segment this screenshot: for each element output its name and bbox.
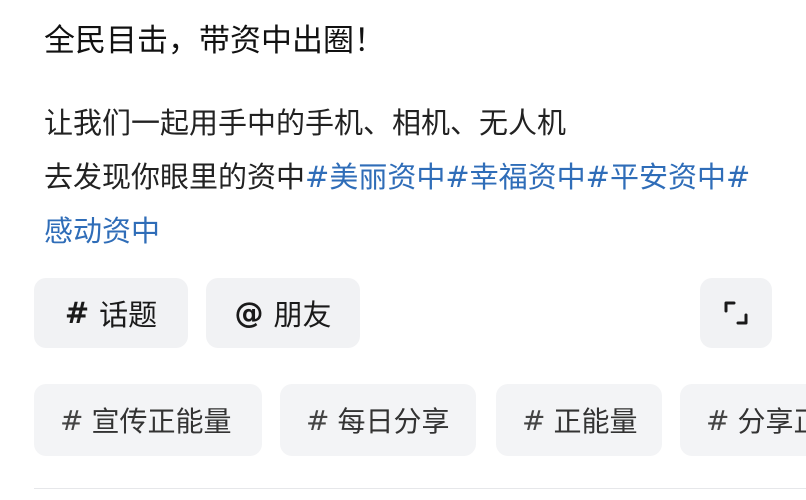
hashtag-link[interactable]: # — [726, 160, 750, 194]
at-icon: @ — [234, 296, 264, 330]
suggested-tag-label: 正能量 — [553, 405, 638, 438]
add-topic-button[interactable]: # 话题 — [34, 278, 188, 348]
post-title: 全民目击，带资中出圈！ — [44, 23, 385, 59]
mention-friend-label: 朋友 — [273, 298, 332, 332]
suggested-tag-label: 每日分享 — [337, 405, 450, 438]
suggested-tag-chip[interactable]: # 正能量 — [496, 384, 662, 456]
expand-editor-button[interactable] — [700, 278, 772, 348]
hash-icon: # — [60, 403, 84, 437]
body-line-3: 感动资中 — [44, 204, 784, 258]
hash-icon: # — [706, 403, 730, 437]
body-line-2-text: 去发现你眼里的资中 — [44, 160, 306, 194]
hash-icon: # — [64, 296, 90, 330]
suggested-tag-chip[interactable]: # 宣传正能量 — [34, 384, 262, 456]
body-line-2: 去发现你眼里的资中#美丽资中#幸福资中#平安资中# — [44, 150, 784, 204]
suggested-tag-label: 分享正 — [737, 405, 806, 438]
suggested-tag-label: 宣传正能量 — [91, 405, 232, 438]
body-line-1: 让我们一起用手中的手机、相机、无人机 — [44, 106, 567, 140]
hashtag-link[interactable]: #平安资中 — [586, 160, 726, 194]
post-content[interactable]: 让我们一起用手中的手机、相机、无人机 去发现你眼里的资中#美丽资中#幸福资中#平… — [44, 96, 784, 258]
hashtag-link[interactable]: 感动资中 — [44, 214, 160, 248]
hashtag-link[interactable]: #幸福资中 — [445, 160, 585, 194]
suggested-tags-row[interactable]: # 宣传正能量 # 每日分享 # 正能量 # 分享正 — [0, 384, 806, 456]
hash-icon: # — [522, 403, 546, 437]
expand-icon — [724, 301, 748, 325]
mention-friend-button[interactable]: @ 朋友 — [206, 278, 360, 348]
suggested-tag-chip[interactable]: # 分享正 — [680, 384, 806, 456]
add-topic-label: 话题 — [99, 298, 158, 332]
hashtag-link[interactable]: #美丽资中 — [305, 160, 445, 194]
divider — [34, 488, 806, 489]
hash-icon: # — [306, 403, 330, 437]
suggested-tag-chip[interactable]: # 每日分享 — [280, 384, 476, 456]
